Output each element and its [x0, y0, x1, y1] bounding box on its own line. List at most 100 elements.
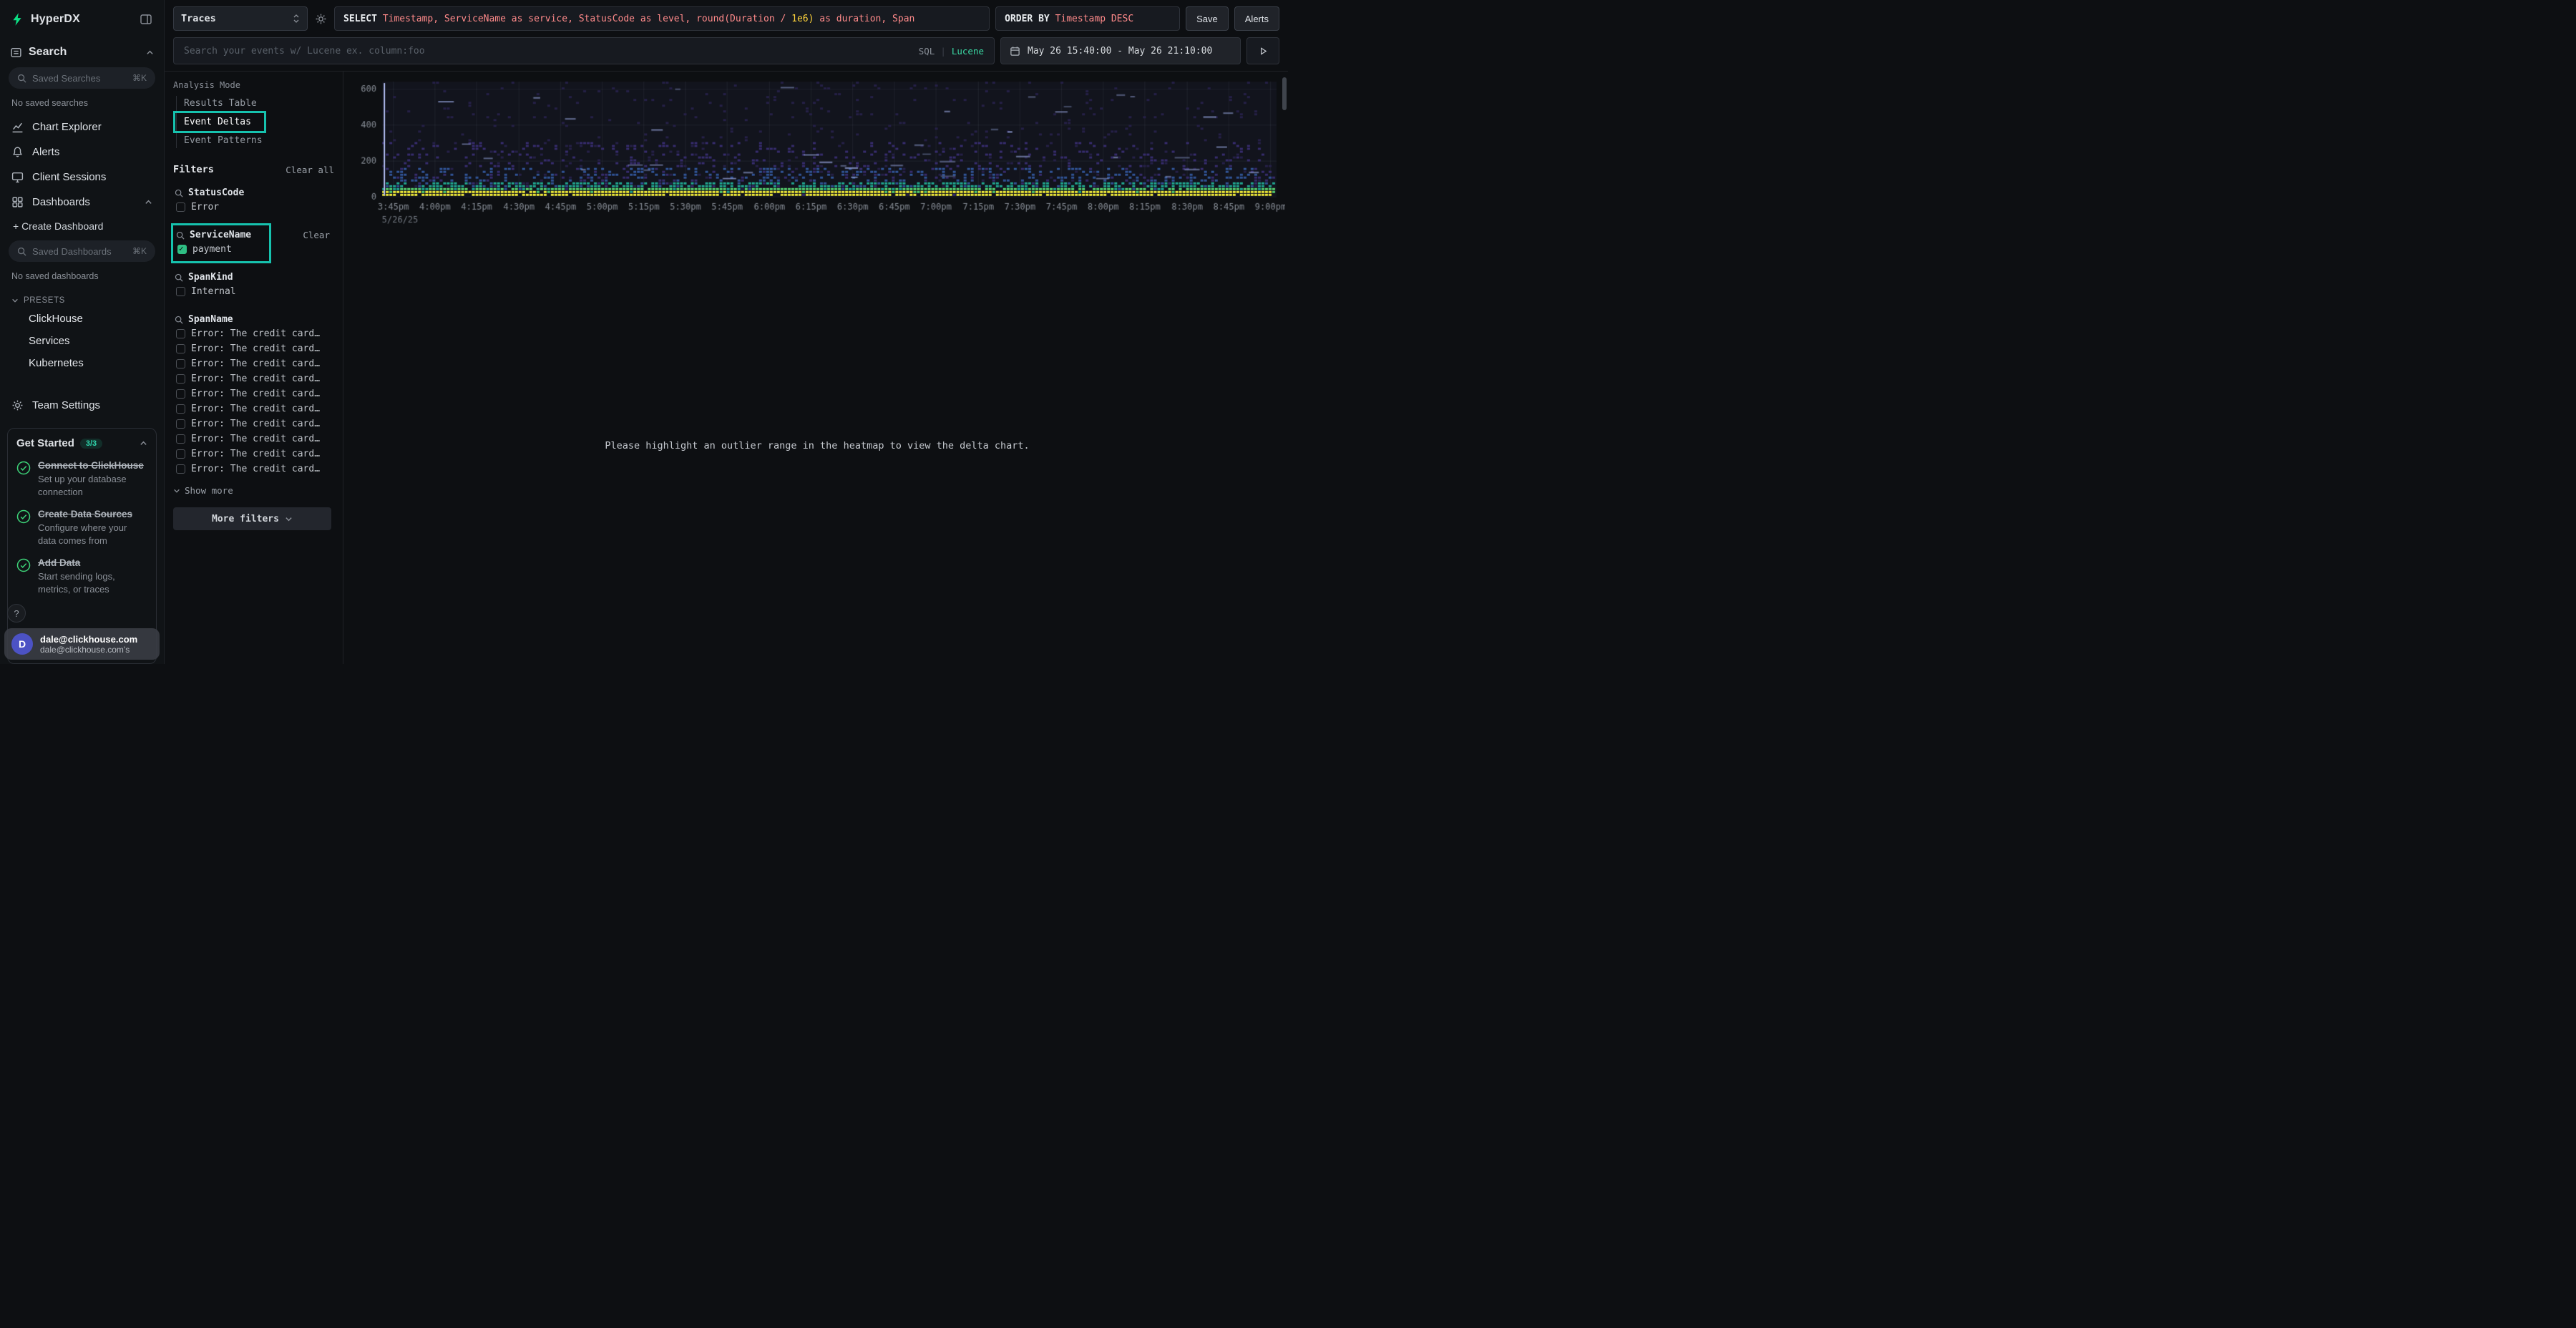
get-started-step-text: Add DataStart sending logs, metrics, or … — [38, 557, 147, 595]
sidebar-item-kubernetes[interactable]: Kubernetes — [0, 352, 164, 374]
filter-option[interactable]: payment — [176, 242, 260, 257]
analysis-mode-label: Analysis Mode — [173, 80, 336, 90]
search-icon — [175, 273, 183, 282]
topbar: Traces SELECT Timestamp, ServiceName as … — [165, 0, 1288, 72]
save-button[interactable]: Save — [1186, 6, 1229, 31]
checkbox[interactable] — [176, 434, 185, 444]
filter-group-name: SpanName — [188, 314, 233, 325]
checkbox[interactable] — [176, 374, 185, 384]
sidebar-item-clickhouse[interactable]: ClickHouse — [0, 308, 164, 330]
lucene-search-input[interactable]: Search your events w/ Lucene ex. column:… — [173, 37, 995, 64]
filter-option[interactable]: Error: The credit card … — [175, 356, 323, 371]
filter-option[interactable]: Error: The credit card … — [175, 431, 323, 446]
filter-option[interactable]: Error: The credit card … — [175, 326, 323, 341]
filter-option-label: Error: The credit card … — [191, 419, 323, 429]
app-title: HyperDX — [31, 13, 80, 26]
no-saved-dashboards-text: No saved dashboards — [0, 265, 164, 288]
check-circle-icon — [16, 558, 31, 595]
alerts-button[interactable]: Alerts — [1234, 6, 1279, 31]
app-root: HyperDX Search Saved Searches ⌘K No save… — [0, 0, 1288, 664]
checkbox[interactable] — [176, 287, 185, 296]
search-section-label: Search — [29, 46, 67, 59]
checkbox[interactable] — [176, 329, 185, 338]
gear-icon — [11, 399, 24, 411]
sidebar: HyperDX Search Saved Searches ⌘K No save… — [0, 0, 165, 664]
filter-option[interactable]: Error: The credit card … — [175, 401, 323, 416]
run-query-button[interactable] — [1246, 37, 1279, 64]
checkbox[interactable] — [176, 449, 185, 459]
show-more-toggle[interactable]: Show more — [173, 485, 336, 496]
sidebar-collapse-button[interactable] — [138, 11, 154, 27]
get-started-step[interactable]: Add DataStart sending logs, metrics, or … — [16, 557, 147, 595]
sql-token: ORDER BY — [1005, 14, 1055, 24]
create-dashboard-button[interactable]: + Create Dashboard — [0, 215, 164, 238]
checkbox[interactable] — [176, 389, 185, 399]
source-select[interactable]: Traces — [173, 6, 308, 31]
kbd-shortcut: ⌘K — [132, 73, 147, 83]
filter-group-name: SpanKind — [188, 272, 233, 283]
filter-option[interactable]: Error: The credit card … — [175, 341, 323, 356]
help-button[interactable]: ? — [7, 604, 26, 622]
get-started-steps: Connect to ClickHouseSet up your databas… — [16, 460, 147, 595]
filter-option[interactable]: Error: The credit card … — [175, 416, 323, 431]
sidebar-item-alerts[interactable]: Alerts — [0, 140, 164, 165]
filter-option-label: Error: The credit card … — [191, 449, 323, 459]
filter-option[interactable]: Error: The credit card … — [175, 386, 323, 401]
sidebar-item-dashboards[interactable]: Dashboards — [0, 190, 164, 215]
more-filters-button[interactable]: More filters — [173, 507, 331, 530]
sql-mode-toggle[interactable]: SQL — [919, 46, 935, 57]
chart-area: Please highlight an outlier range in the… — [343, 72, 1288, 664]
hyperdx-logo-icon — [10, 12, 24, 26]
checkbox[interactable] — [176, 404, 185, 414]
query-language-toggle: SQL | Lucene — [919, 46, 984, 57]
presets-toggle[interactable]: PRESETS — [0, 288, 164, 308]
checkbox[interactable] — [176, 344, 185, 353]
clear-filter-link[interactable]: Clear — [303, 230, 330, 240]
scrollbar-thumb[interactable] — [1282, 77, 1287, 110]
filter-group-name: StatusCode — [188, 187, 244, 198]
checkbox[interactable] — [176, 202, 185, 212]
get-started-progress-badge: 3/3 — [80, 439, 102, 449]
nav-label: Dashboards — [32, 196, 90, 208]
grid-icon — [11, 196, 24, 208]
filter-group-servicename: ServiceNamepaymentClear — [173, 227, 336, 260]
calendar-icon — [1010, 46, 1020, 57]
get-started-step[interactable]: Create Data SourcesConfigure where your … — [16, 509, 147, 547]
sql-token: 1e6) — [791, 14, 814, 24]
chevron-down-icon — [173, 487, 180, 494]
filter-option-label: Error: The credit card … — [191, 374, 323, 384]
checkbox[interactable] — [176, 464, 185, 474]
query-row: Traces SELECT Timestamp, ServiceName as … — [173, 6, 1279, 31]
filter-option[interactable]: Internal — [175, 284, 259, 299]
sidebar-item-client-sessions[interactable]: Client Sessions — [0, 165, 164, 190]
search-section-header[interactable]: Search — [0, 36, 164, 64]
get-started-header[interactable]: Get Started 3/3 — [16, 437, 147, 449]
sidebar-item-team-settings[interactable]: Team Settings — [0, 393, 164, 418]
filter-option[interactable]: Error — [175, 200, 259, 215]
date-range-picker[interactable]: May 26 15:40:00 - May 26 21:10:00 — [1000, 37, 1241, 64]
order-by-input[interactable]: ORDER BY Timestamp DESC — [995, 6, 1180, 31]
saved-dashboards-input[interactable]: Saved Dashboards ⌘K — [9, 240, 155, 262]
get-started-step[interactable]: Connect to ClickHouseSet up your databas… — [16, 460, 147, 498]
filter-option[interactable]: Error: The credit card … — [175, 371, 323, 386]
checkbox[interactable] — [176, 419, 185, 429]
mode-results-table[interactable]: Results Table — [177, 96, 268, 111]
source-settings-gear-icon[interactable] — [313, 11, 328, 26]
sql-editor-input[interactable]: SELECT Timestamp, ServiceName as service… — [334, 6, 990, 31]
filter-option[interactable]: Error: The credit card … — [175, 462, 323, 477]
mode-event-patterns[interactable]: Event Patterns — [177, 133, 274, 148]
filter-option[interactable]: Error: The credit card … — [175, 446, 323, 462]
sidebar-item-services[interactable]: Services — [0, 330, 164, 352]
clear-all-filters-link[interactable]: Clear all — [286, 165, 336, 175]
saved-searches-input[interactable]: Saved Searches ⌘K — [9, 67, 155, 89]
user-email: dale@clickhouse.com — [40, 634, 137, 645]
mode-event-deltas[interactable]: Event Deltas — [177, 114, 263, 130]
sidebar-item-chart-explorer[interactable]: Chart Explorer — [0, 114, 164, 140]
heatmap-canvas[interactable] — [349, 74, 1285, 228]
user-menu[interactable]: D dale@clickhouse.com dale@clickhouse.co… — [4, 628, 160, 660]
checkbox[interactable] — [177, 245, 187, 254]
checkbox[interactable] — [176, 359, 185, 368]
check-circle-icon — [16, 461, 31, 475]
filter-group-header: StatusCode — [175, 186, 259, 200]
lucene-mode-toggle[interactable]: Lucene — [952, 46, 984, 57]
